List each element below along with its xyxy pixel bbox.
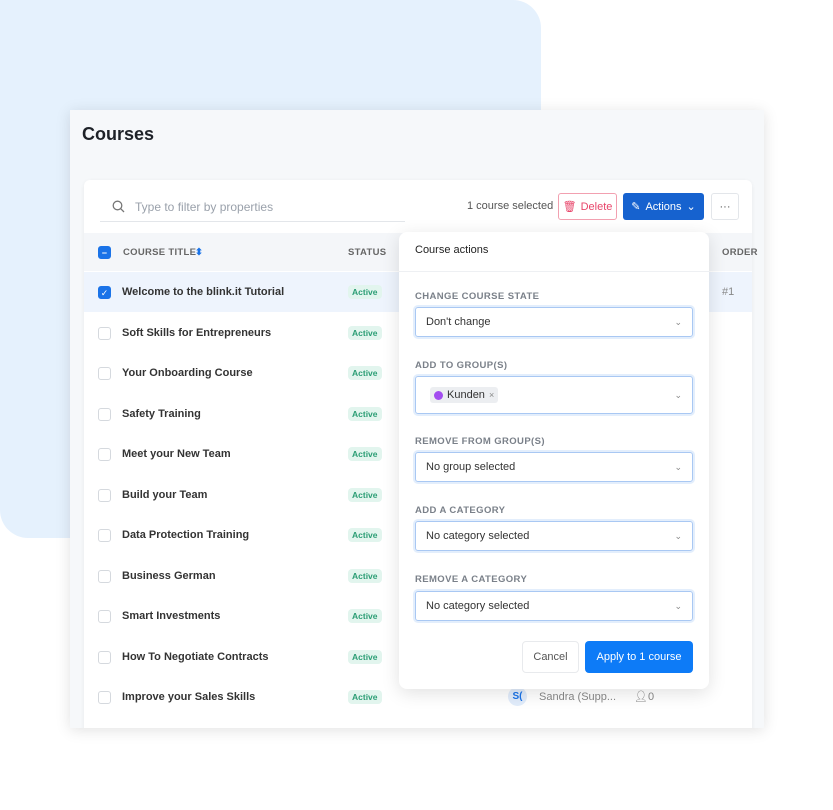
- delete-label: Delete: [580, 200, 613, 213]
- status-badge: Active: [348, 406, 382, 421]
- group-color-dot: [434, 390, 443, 400]
- remove-groups-select[interactable]: No group selected ⌄: [415, 452, 693, 482]
- chevron-down-icon: ⌄: [674, 461, 682, 472]
- group-chip: Kunden ×: [430, 387, 499, 403]
- trash-icon: 🗑: [562, 201, 577, 213]
- participant-count: 0: [647, 691, 655, 703]
- row-checkbox[interactable]: [98, 367, 111, 380]
- cancel-button[interactable]: Cancel: [522, 641, 579, 673]
- remove-category-value: No category selected: [426, 600, 530, 612]
- row-checkbox[interactable]: [98, 650, 111, 664]
- status-badge: Active: [348, 568, 382, 583]
- search-icon: [112, 200, 125, 213]
- status-badge: Active: [348, 690, 382, 704]
- pencil-icon: ✎: [631, 201, 641, 213]
- apply-button[interactable]: Apply to 1 course: [585, 641, 693, 673]
- remove-category-select[interactable]: No category selected ⌄: [415, 591, 693, 621]
- course-title[interactable]: Meet your New Team: [122, 448, 231, 460]
- chevron-down-icon: ⌄: [686, 201, 696, 213]
- delete-button[interactable]: 🗑 Delete: [558, 193, 617, 220]
- header-order[interactable]: ORDER: [722, 247, 758, 258]
- chevron-down-icon: ⌄: [674, 389, 682, 400]
- course-title[interactable]: Safety Training: [122, 408, 201, 420]
- course-title[interactable]: Your Onboarding Course: [122, 367, 253, 379]
- header-status[interactable]: STATUS: [348, 247, 386, 258]
- status-badge: Active: [348, 325, 382, 340]
- row-checkbox[interactable]: [98, 691, 111, 704]
- row-checkbox[interactable]: [98, 326, 111, 340]
- add-groups-label: ADD TO GROUP(S): [415, 360, 508, 371]
- status-badge: Active: [348, 528, 382, 542]
- row-checkbox[interactable]: [98, 488, 111, 502]
- chevron-down-icon: ⌄: [674, 600, 682, 611]
- status-badge: Active: [348, 285, 382, 299]
- remove-category-label: REMOVE A CATEGORY: [415, 574, 528, 585]
- status-badge: Active: [348, 649, 382, 664]
- row-checkbox[interactable]: [98, 610, 111, 623]
- more-button[interactable]: ···: [711, 193, 739, 220]
- add-category-value: No category selected: [426, 530, 530, 542]
- course-title[interactable]: Improve your Sales Skills: [122, 691, 255, 703]
- search-placeholder: Type to filter by properties: [135, 199, 274, 214]
- row-checkbox[interactable]: [98, 407, 111, 421]
- course-title[interactable]: Build your Team: [122, 489, 207, 501]
- order-value: #1: [722, 286, 735, 298]
- course-title[interactable]: Welcome to the blink.it Tutorial: [122, 286, 284, 298]
- chevron-down-icon: ⌄: [674, 530, 682, 541]
- change-state-value: Don't change: [426, 316, 491, 328]
- row-checkbox[interactable]: [98, 569, 111, 583]
- status-badge: Active: [348, 366, 382, 380]
- row-checkbox[interactable]: ✓: [98, 286, 111, 299]
- status-badge: Active: [348, 487, 382, 502]
- course-title[interactable]: Business German: [122, 570, 216, 582]
- search-input[interactable]: Type to filter by properties: [100, 192, 405, 222]
- remove-groups-value: No group selected: [426, 461, 516, 473]
- remove-groups-label: REMOVE FROM GROUP(S): [415, 436, 545, 447]
- change-state-select[interactable]: Don't change ⌄: [415, 307, 693, 337]
- sort-icon[interactable]: ⬍: [195, 247, 203, 258]
- user-icon: 👤︎: [634, 691, 648, 703]
- page-title: Courses: [82, 124, 155, 144]
- add-category-select[interactable]: No category selected ⌄: [415, 521, 693, 551]
- author-name: Sandra (Supp...: [539, 691, 617, 703]
- course-title[interactable]: Data Protection Training: [122, 529, 249, 541]
- add-groups-select[interactable]: Kunden × ⌄: [415, 376, 693, 414]
- actions-label: Actions: [645, 200, 682, 213]
- actions-button[interactable]: ✎ Actions ⌄: [623, 193, 704, 220]
- chevron-down-icon: ⌄: [674, 316, 682, 327]
- select-all-checkbox[interactable]: −: [98, 246, 111, 259]
- group-chip-label: Kunden: [447, 389, 485, 401]
- add-category-label: ADD A CATEGORY: [415, 505, 506, 516]
- selected-count: 1 course selected: [467, 200, 554, 212]
- participants: 👤︎0: [634, 690, 654, 703]
- course-title[interactable]: Smart Investments: [122, 610, 220, 622]
- row-checkbox[interactable]: [98, 448, 111, 461]
- popup-title: Course actions: [399, 232, 709, 272]
- status-badge: Active: [348, 447, 382, 461]
- header-course-title[interactable]: COURSE TITLE: [123, 247, 196, 258]
- course-title[interactable]: How To Negotiate Contracts: [122, 651, 268, 663]
- remove-chip-icon[interactable]: ×: [489, 390, 494, 400]
- course-title[interactable]: Soft Skills for Entrepreneurs: [122, 327, 271, 339]
- status-badge: Active: [348, 609, 382, 623]
- row-checkbox[interactable]: [98, 529, 111, 542]
- course-actions-popup: Course actions CHANGE COURSE STATE Don't…: [399, 232, 709, 689]
- avatar: S(: [508, 687, 527, 706]
- change-state-label: CHANGE COURSE STATE: [415, 291, 540, 302]
